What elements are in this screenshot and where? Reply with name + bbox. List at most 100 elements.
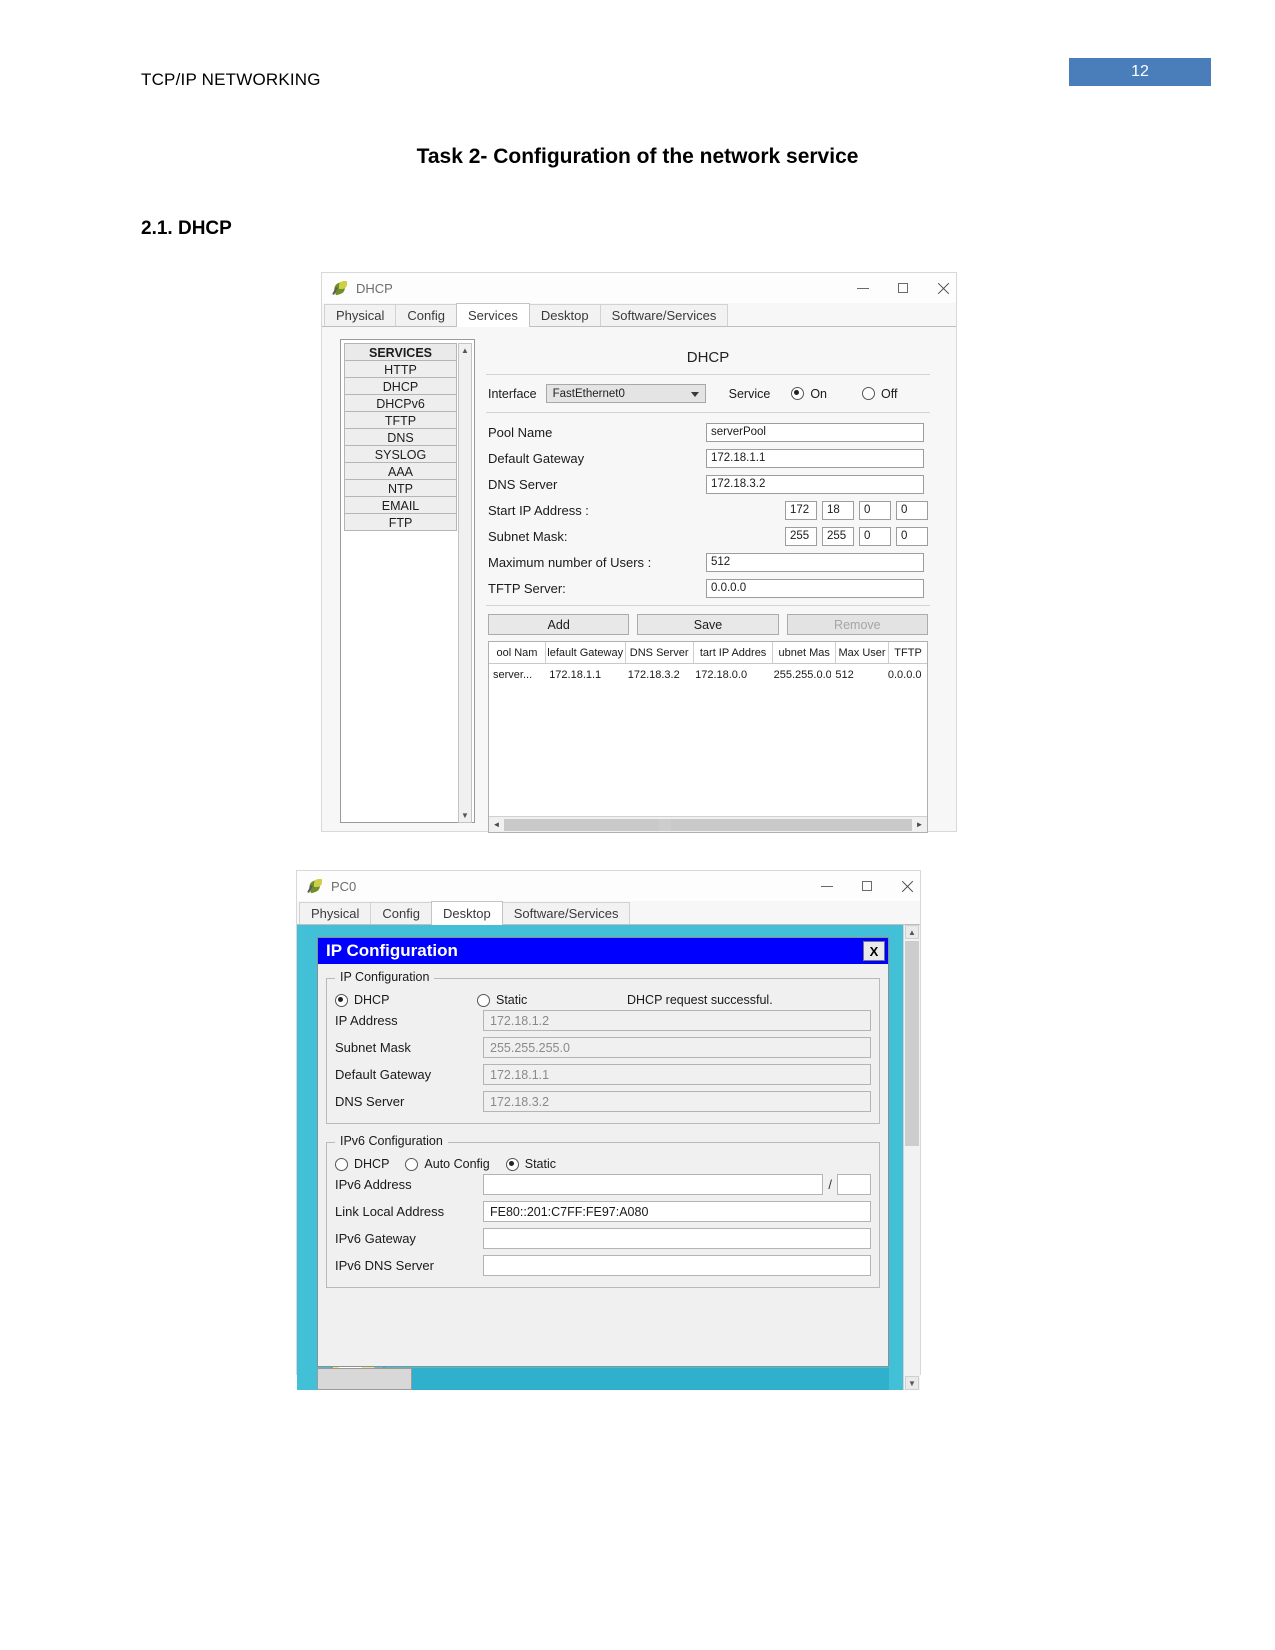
tab-config[interactable]: Config — [395, 304, 457, 326]
interface-select[interactable]: FastEthernet0 — [545, 384, 706, 403]
start-ip-octet-1[interactable]: 172 — [785, 500, 817, 520]
subnet-mask-octet-4[interactable]: 0 — [896, 526, 928, 546]
start-ip-octet-4[interactable]: 0 — [896, 500, 928, 520]
dhcp-tab-strip[interactable]: Physical Config Services Desktop Softwar… — [322, 303, 956, 327]
desktop-start-panel[interactable] — [317, 1368, 412, 1390]
ipv6-address-input[interactable] — [483, 1174, 824, 1195]
services-item-dhcp[interactable]: DHCP — [344, 377, 457, 395]
close-icon[interactable]: X — [863, 941, 885, 961]
link-local-address-input[interactable]: FE80::201:C7FF:FE97:A080 — [483, 1201, 871, 1222]
start-ip-octet-2[interactable]: 18 — [822, 500, 854, 520]
default-gateway-input[interactable]: 172.18.1.1 — [483, 1064, 871, 1085]
dhcp-window-controls[interactable] — [856, 273, 950, 303]
ipv6-dns-server-input[interactable] — [483, 1255, 871, 1276]
device-icon — [307, 878, 323, 894]
services-scrollbar[interactable]: ▲ ▼ — [458, 343, 472, 823]
subnet-mask-octet-1[interactable]: 255 — [785, 526, 817, 546]
start-ip-octet-3[interactable]: 0 — [859, 500, 891, 520]
ipv6-dhcp-label: DHCP — [354, 1157, 390, 1171]
ipv6-dhcp-radio[interactable]: DHCP — [335, 1157, 389, 1171]
close-icon[interactable] — [936, 281, 950, 295]
ipv4-static-radio[interactable]: Static — [477, 993, 627, 1007]
pc0-tab-strip[interactable]: Physical Config Desktop Software/Service… — [297, 901, 920, 925]
radio-on-icon[interactable] — [791, 387, 805, 400]
scroll-thumb[interactable] — [905, 941, 919, 1146]
dhcp-window-titlebar[interactable]: DHCP — [322, 273, 956, 303]
remove-button[interactable]: Remove — [786, 614, 928, 635]
services-item-email[interactable]: EMAIL — [344, 496, 457, 514]
pc0-window-controls[interactable] — [820, 871, 914, 901]
tftp-server-input[interactable]: 0.0.0.0 — [706, 578, 924, 598]
dhcp-pool-table[interactable]: ool Nam lefault Gateway DNS Server tart … — [488, 641, 928, 833]
ip-configuration-dialog[interactable]: IP Configuration X IP Configuration DHCP… — [317, 937, 889, 1367]
radio-selected-icon[interactable] — [335, 993, 348, 1007]
services-item-dhcpv6[interactable]: DHCPv6 — [344, 394, 457, 412]
close-icon[interactable] — [900, 879, 914, 893]
ipv6-address-row: IPv6 Address / — [335, 1171, 871, 1198]
ipv6-gateway-input[interactable] — [483, 1228, 871, 1249]
ip-address-input[interactable]: 172.18.1.2 — [483, 1010, 871, 1031]
service-on-radio[interactable]: On — [791, 387, 827, 401]
subnet-mask-input[interactable]: 255.255.255.0 — [483, 1037, 871, 1058]
scroll-left-icon[interactable]: ◄ — [489, 818, 504, 832]
save-button[interactable]: Save — [637, 614, 779, 635]
services-item-dns[interactable]: DNS — [344, 428, 457, 446]
dns-server-input[interactable]: 172.18.3.2 — [706, 474, 924, 494]
radio-unselected-icon[interactable] — [335, 1157, 348, 1171]
ip-configuration-titlebar[interactable]: IP Configuration X — [318, 938, 888, 964]
scroll-up-icon[interactable]: ▲ — [905, 925, 919, 939]
tab-physical[interactable]: Physical — [324, 304, 397, 326]
ipv6-static-radio[interactable]: Static — [505, 1157, 556, 1171]
start-ip-octets[interactable]: 172 18 0 0 — [785, 500, 928, 520]
dns-server-input[interactable]: 172.18.3.2 — [483, 1091, 871, 1112]
services-item-aaa[interactable]: AAA — [344, 462, 457, 480]
scroll-thumb[interactable] — [659, 818, 671, 831]
subnet-mask-octets[interactable]: 255 255 0 0 — [785, 526, 928, 546]
services-item-ftp[interactable]: FTP — [344, 513, 457, 531]
table-row[interactable]: server... 172.18.1.1 172.18.3.2 172.18.0… — [489, 664, 927, 686]
scroll-down-icon[interactable]: ▼ — [905, 1376, 919, 1390]
maximize-icon[interactable] — [896, 281, 910, 295]
service-off-radio[interactable]: Off — [862, 387, 897, 401]
pc-tab-config[interactable]: Config — [370, 902, 432, 924]
max-users-input[interactable]: 512 — [706, 552, 924, 572]
radio-unselected-icon[interactable] — [477, 993, 490, 1007]
services-item-syslog[interactable]: SYSLOG — [344, 445, 457, 463]
tftp-server-row: TFTP Server: 0.0.0.0 — [482, 575, 934, 601]
services-sidebar[interactable]: SERVICES HTTP DHCP DHCPv6 TFTP DNS SYSLO… — [340, 339, 475, 823]
table-horizontal-scrollbar[interactable]: ◄ ► — [489, 816, 927, 832]
add-button[interactable]: Add — [488, 614, 630, 635]
minimize-icon[interactable] — [820, 879, 834, 893]
scroll-track[interactable] — [504, 818, 912, 832]
subnet-mask-octet-2[interactable]: 255 — [822, 526, 854, 546]
tab-software-services[interactable]: Software/Services — [599, 304, 729, 326]
scroll-down-icon[interactable]: ▼ — [459, 809, 471, 822]
services-item-http[interactable]: HTTP — [344, 360, 457, 378]
pc-tab-physical[interactable]: Physical — [299, 902, 372, 924]
desktop-vertical-scrollbar[interactable]: ▲ ▼ — [903, 925, 920, 1390]
tab-desktop[interactable]: Desktop — [528, 304, 601, 326]
dhcp-server-window[interactable]: DHCP Physical Config Services Desktop So… — [321, 272, 957, 833]
pc0-window[interactable]: PC0 Physical Config Desktop Software/Ser… — [296, 870, 921, 1390]
ipv6-prefix-input[interactable] — [837, 1174, 871, 1195]
pool-name-input[interactable]: serverPool — [706, 422, 924, 442]
pc-tab-software-services[interactable]: Software/Services — [501, 902, 631, 924]
radio-selected-icon[interactable] — [505, 1157, 519, 1171]
subnet-mask-octet-3[interactable]: 0 — [859, 526, 891, 546]
maximize-icon[interactable] — [860, 879, 874, 893]
radio-off-icon[interactable] — [862, 387, 876, 400]
radio-unselected-icon[interactable] — [405, 1157, 419, 1171]
pc-tab-desktop[interactable]: Desktop — [431, 901, 503, 925]
services-item-tftp[interactable]: TFTP — [344, 411, 457, 429]
minimize-icon[interactable] — [856, 281, 870, 295]
pc0-window-titlebar[interactable]: PC0 — [297, 871, 920, 901]
default-gateway-input[interactable]: 172.18.1.1 — [706, 448, 924, 468]
ipv6-auto-config-radio[interactable]: Auto Config — [405, 1157, 490, 1171]
max-users-row: Maximum number of Users : 512 — [482, 549, 934, 575]
scroll-up-icon[interactable]: ▲ — [459, 344, 471, 357]
scroll-right-icon[interactable]: ► — [912, 818, 927, 832]
services-list[interactable]: SERVICES HTTP DHCP DHCPv6 TFTP DNS SYSLO… — [344, 343, 457, 531]
tab-services[interactable]: Services — [456, 303, 530, 327]
services-item-ntp[interactable]: NTP — [344, 479, 457, 497]
ipv4-dhcp-radio[interactable]: DHCP — [335, 993, 477, 1007]
